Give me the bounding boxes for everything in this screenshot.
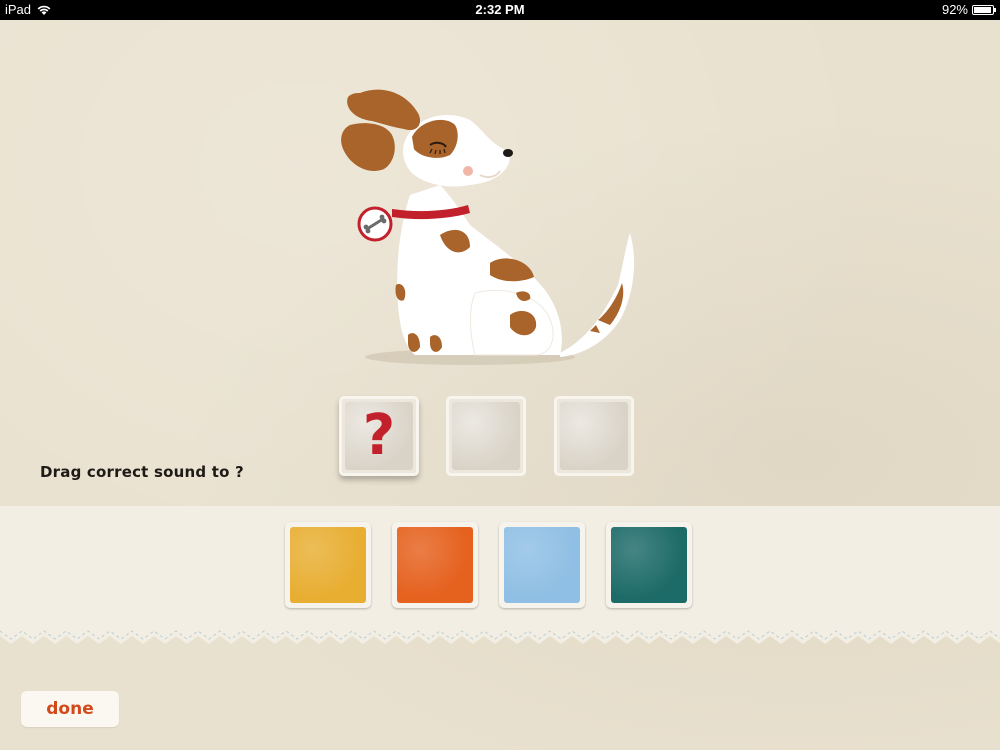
battery-level (974, 7, 991, 13)
sound-tile-blue[interactable] (499, 522, 585, 608)
game-screen: ? Drag correct sound to ? done (0, 20, 1000, 750)
status-bar: iPad 2:32 PM 92% (0, 0, 1000, 20)
dog-icon (341, 89, 635, 365)
slot-surface (452, 402, 520, 470)
tile-swatch (504, 527, 580, 603)
status-right: 92% (941, 0, 996, 20)
sound-tile-orange[interactable] (392, 522, 478, 608)
sound-tile-yellow[interactable] (285, 522, 371, 608)
battery-percent: 92% (941, 2, 968, 17)
done-button[interactable]: done (21, 691, 119, 727)
battery-icon (972, 5, 996, 15)
tile-swatch (611, 527, 687, 603)
sound-tile-teal[interactable] (606, 522, 692, 608)
status-time: 2:32 PM (475, 2, 525, 17)
answer-slot-target[interactable]: ? (339, 396, 419, 476)
answer-slot[interactable] (554, 396, 634, 476)
zigzag-border (0, 628, 1000, 644)
question-mark-icon: ? (362, 403, 396, 468)
answer-slot[interactable] (446, 396, 526, 476)
battery-tip (994, 8, 996, 12)
tile-swatch (397, 527, 473, 603)
tile-swatch (290, 527, 366, 603)
instruction-text: Drag correct sound to ? (40, 463, 244, 481)
slot-surface (560, 402, 628, 470)
